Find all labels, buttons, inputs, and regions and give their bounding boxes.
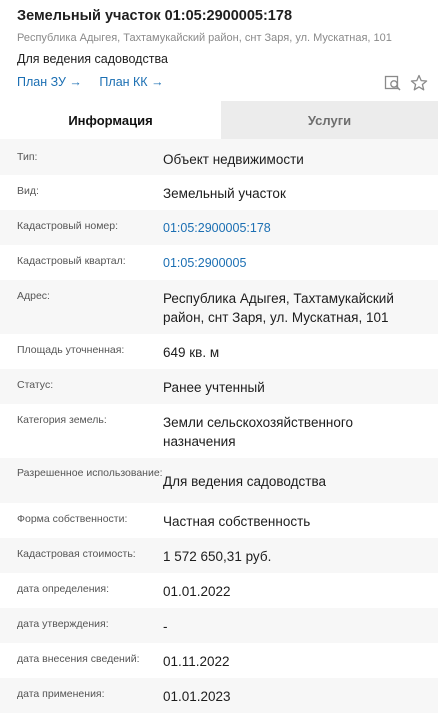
- info-row-cadastral-number: Кадастровый номер: 01:05:2900005:178: [0, 210, 438, 245]
- info-row-application-date: дата применения: 01.01.2023: [0, 678, 438, 713]
- row-label: Кадастровый квартал:: [17, 255, 126, 267]
- row-value: Для ведения садоводства: [163, 474, 326, 489]
- row-label: Площадь уточненная:: [17, 344, 125, 356]
- row-value: 649 кв. м: [163, 345, 220, 360]
- row-value: Республика Адыгея, Тахтамукайский район,…: [163, 291, 394, 325]
- row-label: Тип:: [17, 151, 38, 163]
- info-row-cadastral-value: Кадастровая стоимость: 1 572 650,31 руб.: [0, 538, 438, 573]
- row-value: -: [163, 619, 168, 634]
- row-value: 1 572 650,31 руб.: [163, 549, 272, 564]
- plan-zu-link[interactable]: План ЗУ →: [17, 75, 82, 89]
- tab-services[interactable]: Услуги: [221, 101, 438, 139]
- search-map-icon[interactable]: [383, 73, 403, 93]
- cadastral-block-link[interactable]: 01:05:2900005: [163, 254, 438, 273]
- info-list: Тип: Объект недвижимости Вид: Земельный …: [0, 139, 438, 713]
- star-icon[interactable]: [409, 73, 429, 93]
- card-header: Земельный участок 01:05:2900005:178 Респ…: [0, 0, 438, 101]
- row-label: Статус:: [17, 379, 54, 391]
- row-value: Ранее учтенный: [163, 380, 265, 395]
- info-row-determination-date: дата определения: 01.01.2022: [0, 573, 438, 608]
- row-label: Форма собственности:: [17, 513, 128, 525]
- info-row-land-category: Категория земель: Земли сельскохозяйстве…: [0, 404, 438, 458]
- row-value: 01.01.2022: [163, 584, 231, 599]
- tab-bar: Информация Услуги: [0, 101, 438, 139]
- row-value: Частная собственность: [163, 514, 311, 529]
- row-label: Разрешенное использование:: [17, 467, 163, 479]
- info-row-kind: Вид: Земельный участок: [0, 175, 438, 210]
- info-row-type: Тип: Объект недвижимости: [0, 139, 438, 175]
- row-label: Кадастровый номер:: [17, 220, 119, 232]
- purpose-text: Для ведения садоводства: [17, 52, 168, 66]
- row-label: дата утверждения:: [17, 618, 109, 630]
- row-label: Адрес:: [17, 290, 50, 302]
- tab-information[interactable]: Информация: [0, 101, 221, 139]
- row-value: 01.01.2023: [163, 689, 231, 704]
- row-value: Земли сельскохозяйственного назначения: [163, 415, 354, 449]
- row-value: Объект недвижимости: [163, 152, 304, 167]
- object-card-panel: Земельный участок 01:05:2900005:178 Респ…: [0, 0, 438, 715]
- row-label: Кадастровая стоимость:: [17, 548, 136, 560]
- row-label: дата применения:: [17, 688, 105, 700]
- info-row-approval-date: дата утверждения: -: [0, 608, 438, 643]
- info-row-cadastral-block: Кадастровый квартал: 01:05:2900005: [0, 245, 438, 280]
- info-row-area: Площадь уточненная: 649 кв. м: [0, 334, 438, 369]
- plan-kk-link[interactable]: План КК →: [99, 75, 163, 89]
- row-label: дата определения:: [17, 583, 110, 595]
- cadastral-number-link[interactable]: 01:05:2900005:178: [163, 219, 438, 238]
- info-row-address: Адрес: Республика Адыгея, Тахтамукайский…: [0, 280, 438, 334]
- info-row-status: Статус: Ранее учтенный: [0, 369, 438, 404]
- row-value: Земельный участок: [163, 186, 286, 201]
- row-label: Категория земель:: [17, 414, 107, 426]
- row-label: дата внесения сведений:: [17, 653, 140, 665]
- info-row-permitted-use: Разрешенное использование: Для ведения с…: [0, 458, 438, 503]
- plan-links: План ЗУ → План КК →: [17, 75, 178, 89]
- row-value: 01.11.2022: [163, 654, 230, 669]
- info-row-entry-date: дата внесения сведений: 01.11.2022: [0, 643, 438, 678]
- row-label: Вид:: [17, 185, 39, 197]
- info-row-ownership: Форма собственности: Частная собственнос…: [0, 503, 438, 538]
- page-title: Земельный участок 01:05:2900005:178: [17, 8, 293, 24]
- address-subtitle: Республика Адыгея, Тахтамукайский район,…: [17, 32, 392, 44]
